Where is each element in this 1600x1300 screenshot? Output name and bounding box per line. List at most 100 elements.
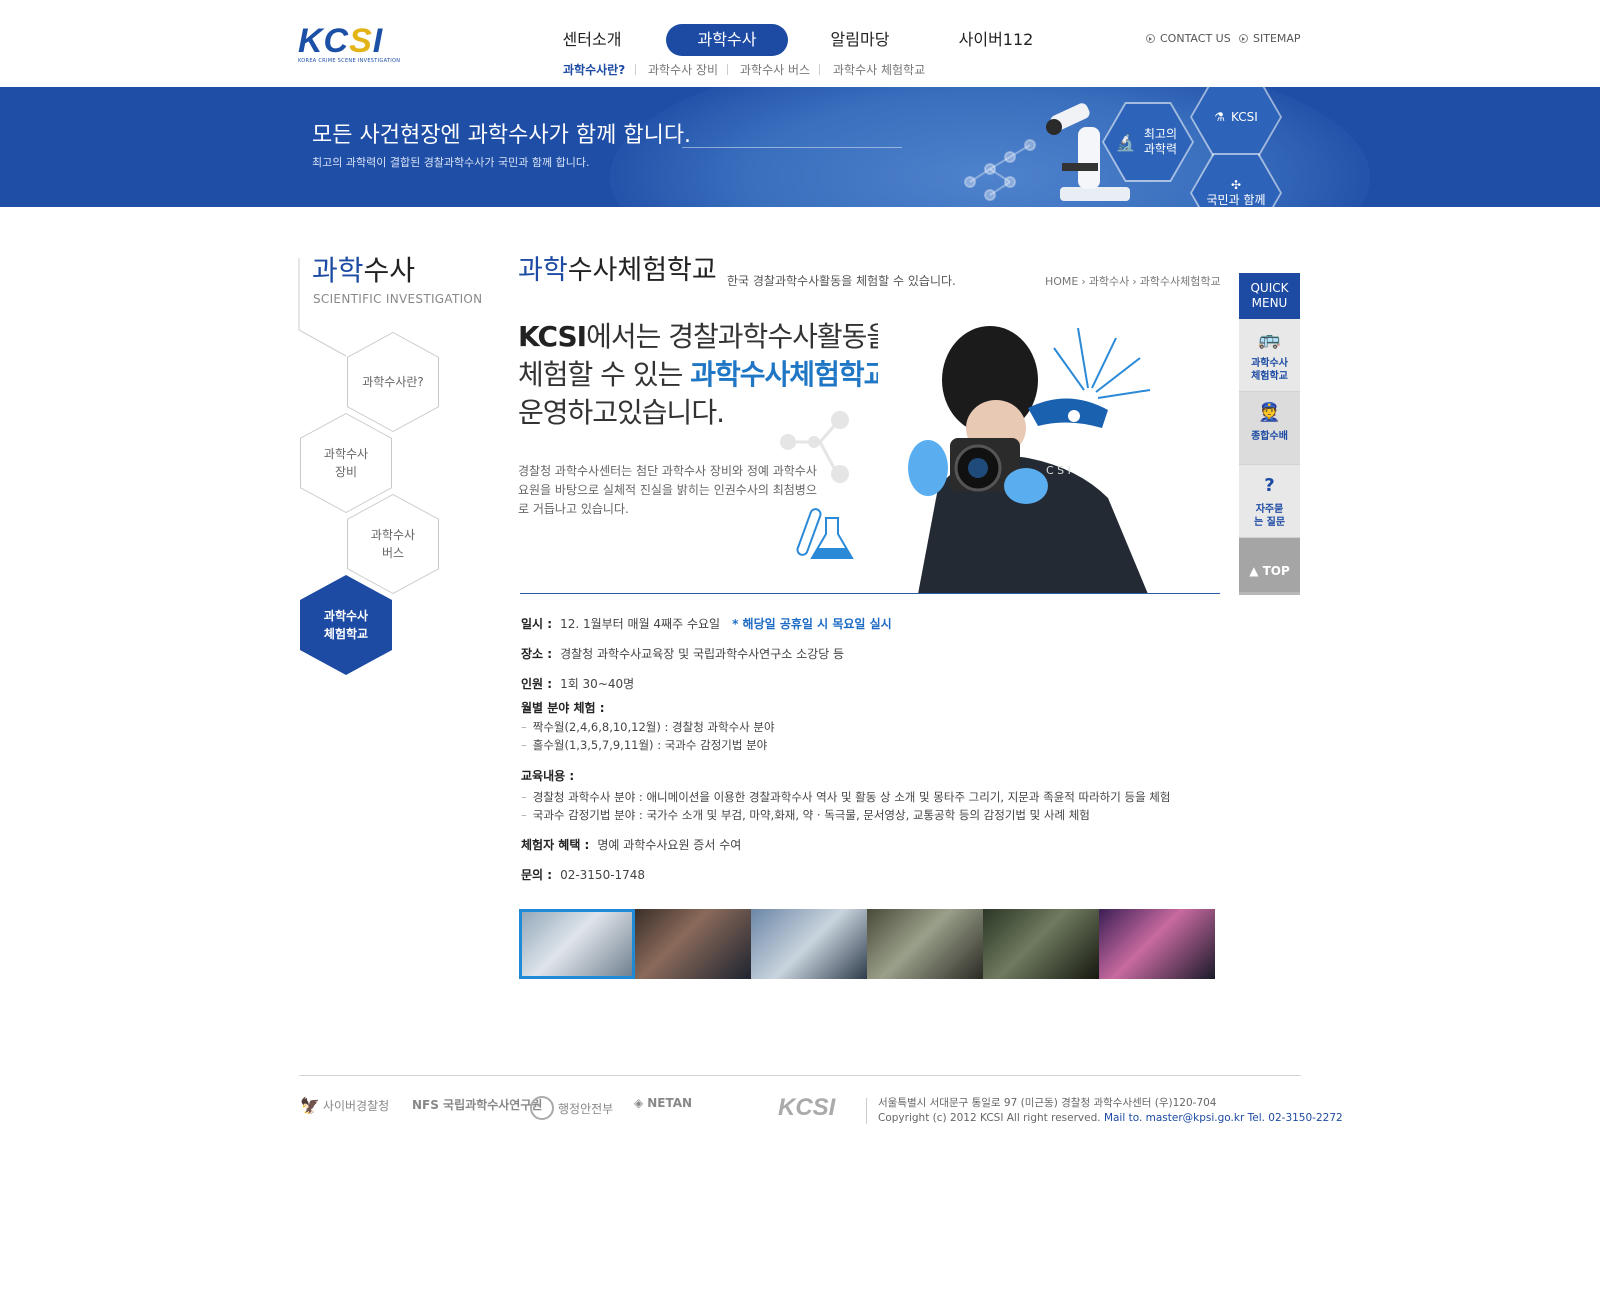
eagle-icon: 🦅 (300, 1096, 320, 1115)
quick-menu-title: QUICK MENU (1239, 273, 1300, 319)
quick-menu-wanted[interactable]: 👮 종합수배 (1239, 392, 1300, 465)
info-value: 02-3150-1748 (560, 868, 646, 882)
footer-divider (299, 1075, 1301, 1076)
question-icon: ? (1264, 475, 1275, 496)
logo-mark: KCSI (298, 22, 384, 60)
play-icon (1239, 34, 1248, 43)
info-label: 체험자 혜택 : (521, 838, 590, 852)
partner-label: 행정안전부 (558, 1101, 614, 1116)
info-label: 월별 분야 체험 : (521, 701, 605, 715)
quick-label: 자주묻는 질문 (1253, 504, 1286, 528)
info-date: 일시 : 12. 1월부터 매월 4째주 수요일 * 해당일 공휴일 시 목요일 실… (521, 615, 892, 632)
monthly-list: 짝수월(2,4,6,8,10,12월) : 경찰청 과학수사 분야 홀수월(1,… (521, 718, 775, 754)
snb-school[interactable]: 과학수사 체험학교 (833, 62, 925, 78)
gallery-thumb[interactable] (1099, 909, 1215, 979)
page-title: 과학수사체험학교 (518, 254, 717, 288)
snb-bus[interactable]: 과학수사 버스 (740, 62, 810, 78)
partner-netan[interactable]: ◈ NETAN (634, 1096, 692, 1110)
info-value: 1회 30~40명 (560, 677, 635, 691)
page-description: 한국 경찰과학수사활동을 체험할 수 있습니다. (727, 274, 956, 288)
partner-mopas[interactable]: 행정안전부 (530, 1096, 613, 1120)
list-item: 홀수월(1,3,5,7,9,11월) : 국과수 감정기법 분야 (521, 736, 775, 754)
gnb-cyber112[interactable]: 사이버112 (948, 24, 1044, 56)
info-place: 장소 : 경찰청 과학수사교육장 및 국립과학수사연구소 소강당 등 (521, 645, 844, 662)
snb-equipment[interactable]: 과학수사 장비 (648, 62, 718, 78)
scroll-top-button[interactable]: ▲ TOP (1239, 538, 1300, 592)
title-accent: 과학 (518, 255, 568, 286)
info-value: 명예 과학수사요원 증서 수여 (597, 838, 742, 852)
info-label: 인원 : (521, 677, 553, 691)
footer-separator (866, 1098, 867, 1124)
hex-label: 최고의 과학력 (1143, 127, 1178, 156)
info-note: * 해당일 공휴일 시 목요일 실시 (732, 617, 892, 631)
breadcrumb: HOME › 과학수사 › 과학수사체험학교 (1045, 275, 1221, 288)
hero-line2a: 체험할 수 있는 (518, 358, 691, 391)
hex-label: KCSI (1231, 109, 1258, 124)
info-contact: 문의 : 02-3150-1748 (521, 866, 645, 883)
contact-us-label: CONTACT US (1160, 32, 1231, 45)
left-menu-connector (298, 258, 347, 357)
info-education: 교육내용 : (521, 767, 582, 784)
gallery-thumb[interactable] (635, 909, 751, 979)
footer-address: 서울특별시 서대문구 통일로 97 (미근동) 경찰청 과학수사센터 (우)12… (878, 1096, 1343, 1126)
mail-contact[interactable]: Mail to. master@kpsi.go.kr Tel. 02-3150-… (1104, 1112, 1343, 1124)
list-item: 짝수월(2,4,6,8,10,12월) : 경찰청 과학수사 분야 (521, 718, 775, 736)
gnb-notice[interactable]: 알림마당 (814, 24, 906, 56)
snb-divider (635, 64, 636, 75)
gallery-thumb[interactable] (751, 909, 867, 979)
banner-title: 모든 사건현장엔 과학수사가 함께 합니다. (312, 123, 692, 148)
seal-icon (530, 1096, 554, 1120)
gallery-thumb[interactable] (519, 909, 635, 979)
shield-icon: ◈ (634, 1096, 644, 1110)
network-icon: ✣ (1230, 178, 1242, 192)
breadcrumb-home[interactable]: HOME (1045, 275, 1078, 288)
snb-what-is[interactable]: 과학수사란? (563, 62, 625, 78)
snb-divider (819, 64, 820, 75)
quick-menu-school[interactable]: 🚌 과학수사 체험학교 (1239, 319, 1300, 392)
info-benefit: 체험자 혜택 : 명예 과학수사요원 증서 수여 (521, 836, 741, 853)
partner-nfs[interactable]: NFS 국립과학수사연구원 (412, 1096, 542, 1113)
top-banner: 모든 사건현장엔 과학수사가 함께 합니다. 최고의 과학력이 결합된 경찰과학… (0, 87, 1600, 207)
info-label: 교육내용 : (521, 769, 575, 783)
flask-icon: ⚗ (1214, 109, 1225, 124)
top-label: TOP (1262, 564, 1290, 578)
copyright: Copyright (c) 2012 KCSI All right reserv… (878, 1112, 1101, 1124)
hero-line1: 에서는 경찰과학수사활동을 (586, 320, 892, 353)
hex-label: 국민과 함께 (1206, 193, 1266, 207)
left-menu-label: 과학수사 버스 (348, 495, 438, 593)
gnb-center-intro[interactable]: 센터소개 (546, 24, 638, 56)
gallery-thumb[interactable] (983, 909, 1099, 979)
title-rest: 수사 (363, 254, 416, 287)
left-menu-item-equipment[interactable]: 과학수사 장비 (300, 413, 392, 513)
info-people: 인원 : 1회 30~40명 (521, 675, 634, 692)
education-list: 경찰청 과학수사 분야 : 애니메이션을 이용한 경찰과학수사 역사 및 활동 … (521, 788, 1171, 824)
quick-menu-faq[interactable]: ? 자주묻는 질문 (1239, 465, 1300, 538)
quick-label: 과학수사 체험학교 (1251, 358, 1288, 382)
svg-text:C S I: C S I (1046, 464, 1071, 477)
partner-label: NETAN (647, 1096, 693, 1110)
microscope-icon: 🔬 (1115, 132, 1136, 152)
hero-body-text: 경찰청 과학수사센터는 첨단 과학수사 장비와 정예 과학수사요원을 바탕으로 … (518, 464, 817, 516)
left-menu-item-bus[interactable]: 과학수사 버스 (347, 494, 439, 594)
info-label: 문의 : (521, 868, 553, 882)
gnb-science-investigation[interactable]: 과학수사 (666, 24, 788, 56)
sitemap-link[interactable]: SITEMAP (1239, 32, 1301, 46)
quick-menu: QUICK MENU 🚌 과학수사 체험학교 👮 종합수배 ? 자주묻는 질문 ▲ T… (1239, 273, 1300, 595)
investigator-photo: C S I (878, 318, 1178, 594)
partner-cyber-police[interactable]: 🦅 사이버경찰청 (300, 1096, 389, 1115)
partner-label: 사이버경찰청 (322, 1099, 390, 1113)
gallery-thumb[interactable] (867, 909, 983, 979)
sitemap-label: SITEMAP (1253, 32, 1301, 45)
info-monthly: 월별 분야 체험 : (521, 699, 613, 716)
contact-us-link[interactable]: CONTACT US (1146, 32, 1231, 46)
breadcrumb-category[interactable]: 과학수사 (1089, 275, 1129, 288)
left-menu-item-school[interactable]: 과학수사 체험학교 (300, 575, 392, 675)
snb-divider (727, 64, 728, 75)
info-value: 12. 1월부터 매월 4째주 수요일 (560, 617, 721, 631)
play-icon (1146, 34, 1155, 43)
bus-icon: 🚌 (1258, 329, 1281, 350)
left-menu-label: 과학수사 체험학교 (301, 576, 391, 674)
left-menu-item-what-is[interactable]: 과학수사란? (347, 332, 439, 432)
kcsi-logo[interactable]: KCSI KOREA CRIME SCENE INVESTIGATION (298, 24, 408, 64)
photo-gallery (519, 909, 1215, 979)
